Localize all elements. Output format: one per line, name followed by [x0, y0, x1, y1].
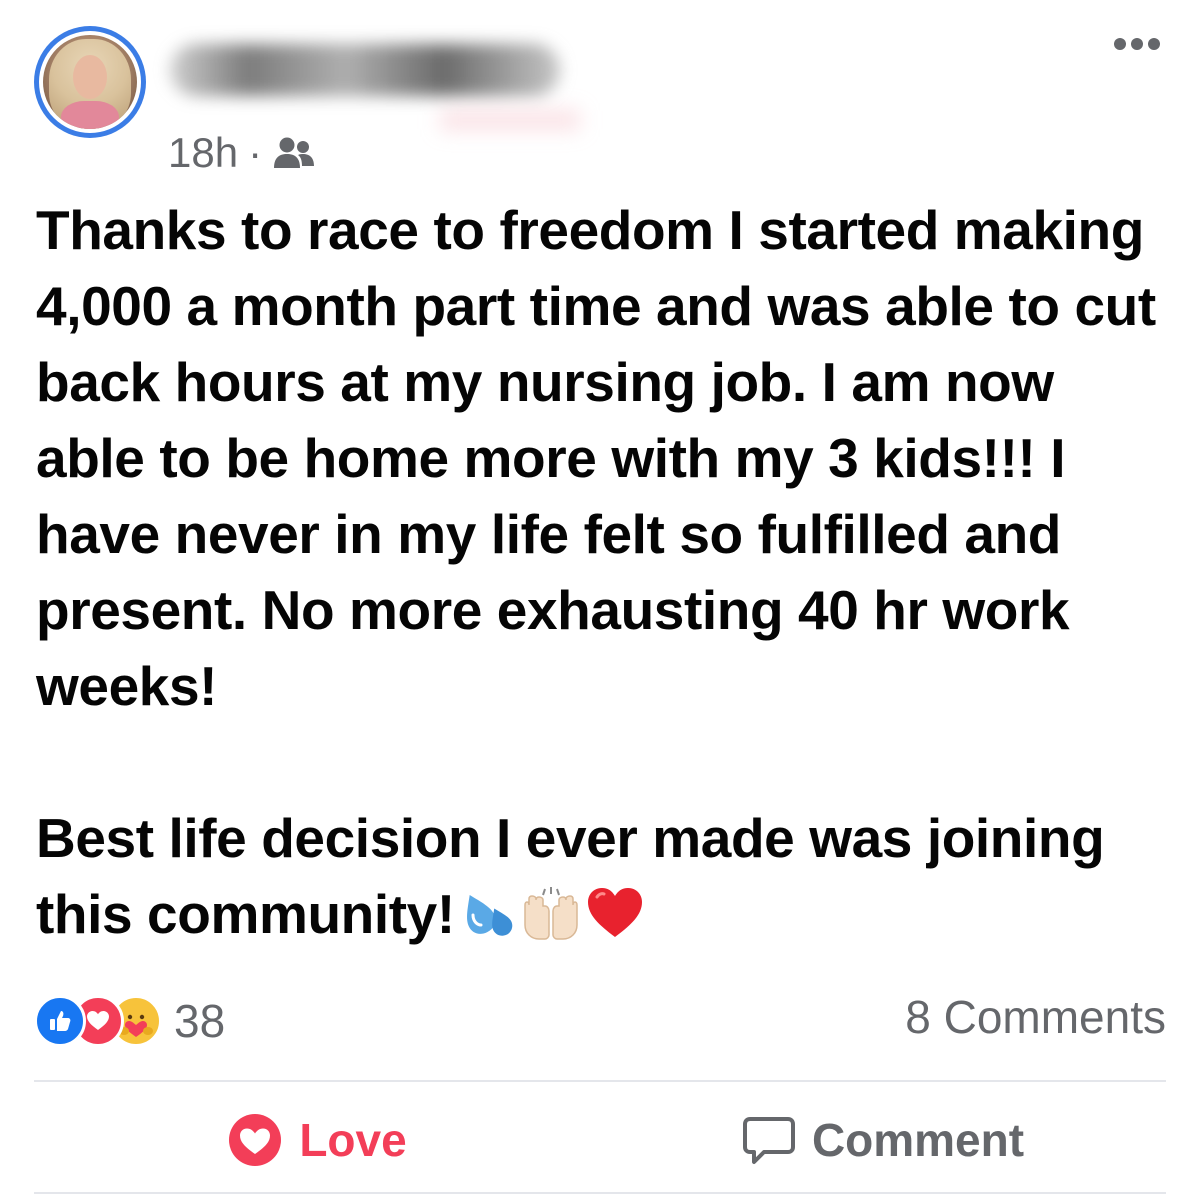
- post-meta: 18h ·: [168, 126, 316, 180]
- love-button[interactable]: Love: [34, 1090, 600, 1190]
- like-icon: [34, 995, 86, 1047]
- comment-count-link[interactable]: 8 Comments: [905, 990, 1166, 1044]
- divider: [34, 1080, 1166, 1082]
- divider: [34, 1192, 1166, 1194]
- facebook-post: 18h · Thanks to race to freedom I starte…: [0, 0, 1200, 1201]
- author-avatar[interactable]: [34, 26, 146, 138]
- meta-separator: ·: [248, 129, 263, 176]
- comment-bubble-icon: [742, 1117, 795, 1164]
- more-options-icon[interactable]: [1114, 38, 1160, 50]
- love-button-label: Love: [299, 1114, 407, 1166]
- raising-hands-icon: [524, 887, 578, 940]
- post-paragraph-1: Thanks to race to freedom I started maki…: [36, 199, 1156, 717]
- sweat-droplets-icon: [466, 895, 513, 936]
- friends-icon: [274, 137, 315, 168]
- post-paragraph-2: Best life decision I ever made was joini…: [36, 807, 1105, 945]
- post-body: Thanks to race to freedom I started maki…: [36, 192, 1176, 952]
- reaction-summary[interactable]: 38: [34, 994, 225, 1048]
- author-name-redacted[interactable]: [170, 44, 560, 96]
- reaction-count: 38: [174, 995, 226, 1047]
- comment-button[interactable]: Comment: [600, 1090, 1166, 1190]
- post-emojis: [461, 885, 645, 941]
- comment-button-label: Comment: [811, 1114, 1025, 1166]
- avatar-photo: [43, 35, 137, 129]
- action-bar: Love Comment: [34, 1090, 1166, 1190]
- love-icon: [229, 1114, 282, 1166]
- redaction-smudge: [440, 110, 580, 130]
- red-heart-icon: [587, 888, 642, 937]
- post-timestamp[interactable]: 18h: [168, 129, 238, 177]
